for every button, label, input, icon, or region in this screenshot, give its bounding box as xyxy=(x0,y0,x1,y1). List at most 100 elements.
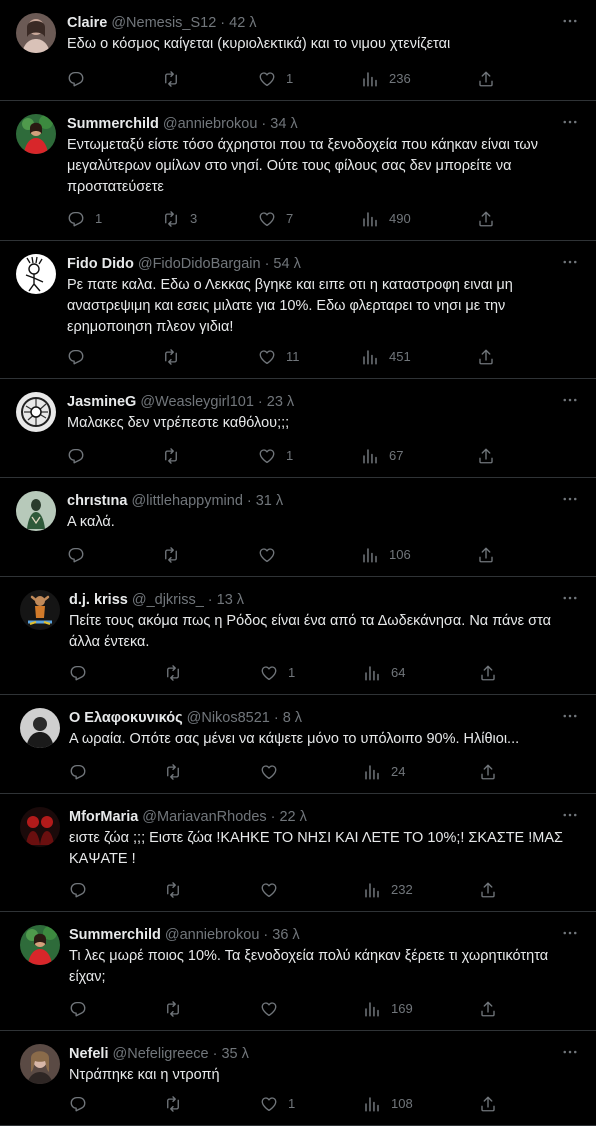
more-options-button[interactable] xyxy=(558,590,582,610)
user-handle[interactable]: @MariavanRhodes xyxy=(142,807,266,827)
more-options-button[interactable] xyxy=(558,254,582,274)
like-button[interactable]: 7 xyxy=(258,209,293,229)
timestamp[interactable]: 34 λ xyxy=(270,114,297,134)
avatar[interactable] xyxy=(16,114,56,154)
reply-button[interactable] xyxy=(69,999,97,1019)
tweet-reply[interactable]: Ο Ελαφοκυνικός @Nikos8521 · 8 λ Α ωραία. Οπό… xyxy=(0,695,596,794)
like-button[interactable]: 1 xyxy=(260,663,295,683)
views-button[interactable]: 490 xyxy=(361,209,411,229)
like-button[interactable]: 1 xyxy=(258,69,293,89)
tweet-reply[interactable]: chrιstιna @littlehappymind · 31 λ Α καλά. 106 xyxy=(0,478,596,577)
display-name[interactable]: Nefeli xyxy=(69,1044,109,1064)
avatar[interactable] xyxy=(20,708,60,748)
share-button[interactable] xyxy=(479,762,497,782)
share-button[interactable] xyxy=(477,69,495,89)
avatar[interactable] xyxy=(20,807,60,847)
retweet-button[interactable] xyxy=(164,663,192,683)
retweet-button[interactable] xyxy=(162,69,190,89)
retweet-button[interactable] xyxy=(164,762,192,782)
avatar[interactable] xyxy=(20,1044,60,1084)
timestamp[interactable]: 42 λ xyxy=(229,13,256,33)
reply-button[interactable] xyxy=(67,69,95,89)
avatar[interactable] xyxy=(20,925,60,965)
display-name[interactable]: d.j. kriss xyxy=(69,590,128,610)
timestamp[interactable]: 31 λ xyxy=(256,491,283,511)
tweet-reply[interactable]: Fido Dido @FidoDidoBargain · 54 λ Ρε πατε κα… xyxy=(0,241,596,379)
display-name[interactable]: JasmineG xyxy=(67,392,136,412)
more-options-button[interactable] xyxy=(558,925,582,945)
avatar[interactable] xyxy=(16,491,56,531)
avatar[interactable] xyxy=(16,254,56,294)
views-button[interactable]: 236 xyxy=(361,69,411,89)
like-button[interactable]: 11 xyxy=(258,347,300,367)
display-name[interactable]: Claire xyxy=(67,13,107,33)
more-options-button[interactable] xyxy=(558,1044,582,1064)
timestamp[interactable]: 13 λ xyxy=(217,590,244,610)
like-button[interactable]: 1 xyxy=(260,1094,295,1114)
user-handle[interactable]: @anniebrokou xyxy=(165,925,260,945)
like-button[interactable] xyxy=(258,545,286,565)
views-button[interactable]: 64 xyxy=(363,663,405,683)
display-name[interactable]: chrιstιna xyxy=(67,491,127,511)
retweet-button[interactable] xyxy=(164,999,192,1019)
retweet-button[interactable] xyxy=(164,1094,192,1114)
reply-button[interactable] xyxy=(69,1094,97,1114)
reply-button[interactable]: 1 xyxy=(67,209,102,229)
retweet-button[interactable] xyxy=(162,446,190,466)
share-button[interactable] xyxy=(477,209,495,229)
reply-button[interactable] xyxy=(67,446,95,466)
share-button[interactable] xyxy=(479,880,497,900)
tweet-reply[interactable]: Nefeli @Nefeligreece · 35 λ Ντράπηκε και η ν… xyxy=(0,1031,596,1126)
like-button[interactable]: 1 xyxy=(258,446,293,466)
tweet-reply[interactable]: Summerchild @anniebrokou · 34 λ Εντωμεταξύ ε… xyxy=(0,101,596,241)
user-handle[interactable]: @FidoDidoBargain xyxy=(138,254,261,274)
tweet-reply[interactable]: d.j. kriss @_djkriss_ · 13 λ Πείτε τους ακόμ… xyxy=(0,577,596,695)
tweet-reply[interactable]: MforMaria @MariavanRhodes · 22 λ ειστε ζώα ;… xyxy=(0,794,596,912)
views-button[interactable]: 108 xyxy=(363,1094,413,1114)
views-button[interactable]: 24 xyxy=(363,762,405,782)
tweet-reply[interactable]: JasmineG @Weasleygirl101 · 23 λ Μαλακες δεν … xyxy=(0,379,596,478)
avatar[interactable] xyxy=(16,13,56,53)
views-button[interactable]: 451 xyxy=(361,347,411,367)
retweet-button[interactable] xyxy=(164,880,192,900)
tweet-reply[interactable]: Summerchild @anniebrokou · 36 λ Τι λες μωρέ … xyxy=(0,912,596,1031)
reply-button[interactable] xyxy=(69,663,97,683)
reply-button[interactable] xyxy=(69,762,97,782)
more-options-button[interactable] xyxy=(558,708,582,728)
user-handle[interactable]: @_djkriss_ xyxy=(132,590,204,610)
tweet-reply[interactable]: Claire @Nemesis_S12 · 42 λ Εδω ο κόσμος καίγ… xyxy=(0,0,596,101)
reply-button[interactable] xyxy=(67,347,95,367)
views-button[interactable]: 169 xyxy=(363,999,413,1019)
reply-button[interactable] xyxy=(67,545,95,565)
reply-button[interactable] xyxy=(69,880,97,900)
more-options-button[interactable] xyxy=(558,114,582,134)
views-button[interactable]: 232 xyxy=(363,880,413,900)
retweet-button[interactable]: 3 xyxy=(162,209,197,229)
timestamp[interactable]: 23 λ xyxy=(267,392,294,412)
display-name[interactable]: Summerchild xyxy=(67,114,159,134)
user-handle[interactable]: @Weasleygirl101 xyxy=(140,392,254,412)
share-button[interactable] xyxy=(477,347,495,367)
retweet-button[interactable] xyxy=(162,545,190,565)
views-button[interactable]: 106 xyxy=(361,545,411,565)
timestamp[interactable]: 36 λ xyxy=(272,925,299,945)
user-handle[interactable]: @Nikos8521 xyxy=(187,708,270,728)
like-button[interactable] xyxy=(260,880,288,900)
like-button[interactable] xyxy=(260,999,288,1019)
like-button[interactable] xyxy=(260,762,288,782)
timestamp[interactable]: 54 λ xyxy=(273,254,300,274)
timestamp[interactable]: 35 λ xyxy=(221,1044,248,1064)
more-options-button[interactable] xyxy=(558,13,582,33)
share-button[interactable] xyxy=(477,545,495,565)
timestamp[interactable]: 22 λ xyxy=(279,807,306,827)
display-name[interactable]: Ο Ελαφοκυνικός xyxy=(69,708,183,728)
more-options-button[interactable] xyxy=(558,392,582,412)
retweet-button[interactable] xyxy=(162,347,190,367)
share-button[interactable] xyxy=(477,446,495,466)
display-name[interactable]: MforMaria xyxy=(69,807,138,827)
views-button[interactable]: 67 xyxy=(361,446,403,466)
display-name[interactable]: Fido Dido xyxy=(67,254,134,274)
avatar[interactable] xyxy=(16,392,56,432)
user-handle[interactable]: @littlehappymind xyxy=(131,491,242,511)
more-options-button[interactable] xyxy=(558,807,582,827)
